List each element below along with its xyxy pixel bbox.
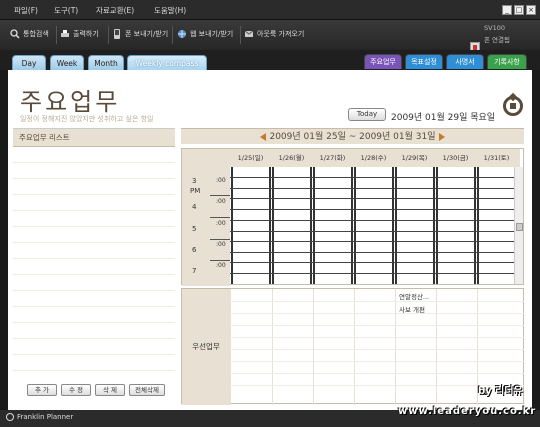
minute-label: :00 <box>216 198 226 205</box>
brand-name: Franklin Planner <box>17 413 74 421</box>
priority-label: 우선업무 <box>182 289 230 405</box>
web-sync-button[interactable]: 웹 보내기/받기 <box>177 29 233 39</box>
time-grid-scrollbar[interactable] <box>514 167 523 284</box>
outlook-import-icon <box>244 30 254 37</box>
day-header: 1/30(금) <box>442 154 469 162</box>
brand-logo: Franklin Planner <box>6 413 73 421</box>
hour-label: 3 <box>192 177 197 185</box>
menu-bar: 파일(F) 도구(T) 자료교환(E) 도움말(H) _ □ × <box>0 0 540 20</box>
ampm-label: PM <box>190 187 201 195</box>
week-navigator: 2009년 01월 25일 ~ 2009년 01월 31일 <box>181 128 524 144</box>
add-button[interactable]: 추 가 <box>27 384 57 396</box>
menu-help[interactable]: 도움말(H) <box>154 5 186 16</box>
today-button[interactable]: Today <box>348 108 386 121</box>
main-panel: 주요업무 일정이 정해지진 않았지만 성취하고 싶은 항일 Today 2009… <box>8 70 532 410</box>
menu-file[interactable]: 파일(F) <box>14 5 38 16</box>
delete-all-button[interactable]: 전체삭제 <box>129 384 165 396</box>
key-task-list-panel: 주요업무 리스트 추 가 수 정 삭 제 전체삭제 <box>13 128 175 400</box>
tab-notes[interactable]: 기록사항 <box>487 54 527 69</box>
tab-key-tasks[interactable]: 주요업무 <box>364 54 402 69</box>
day-header: 1/27(화) <box>319 154 346 162</box>
minimize-button[interactable]: _ <box>502 5 512 15</box>
key-task-list-header: 주요업무 리스트 <box>13 129 175 147</box>
day-header: 1/26(월) <box>278 154 305 162</box>
hour-label: 7 <box>192 267 197 275</box>
day-column[interactable] <box>477 167 517 284</box>
hour-label: 4 <box>192 203 197 211</box>
priority-tasks-section: 우선업무 연말정산... 사보 개편 <box>181 288 524 405</box>
week-schedule-panel: 2009년 01월 25일 ~ 2009년 01월 31일 1/25(일) 1/… <box>181 128 524 405</box>
minute-label: :00 <box>216 220 226 227</box>
print-button[interactable]: 출력하기 <box>60 29 99 39</box>
hour-label: 5 <box>192 225 197 233</box>
print-label: 출력하기 <box>73 30 99 38</box>
window-controls: _ □ × <box>502 5 536 15</box>
day-column[interactable] <box>395 167 435 284</box>
outlook-import-label: 아웃룩 가져오기 <box>257 30 305 38</box>
hour-label: 6 <box>192 246 197 254</box>
page-title: 주요업무 <box>20 88 121 116</box>
maximize-button[interactable]: □ <box>514 5 524 15</box>
phone-sync-label: 폰 보내기/받기 <box>125 30 169 38</box>
time-labels: 3 PM :00 4 :00 5 :00 6 :00 7 :00 <box>182 149 230 286</box>
outlook-import-button[interactable]: 아웃룩 가져오기 <box>244 29 304 39</box>
current-date: 2009년 01월 29일 목요일 <box>391 113 496 123</box>
delete-button[interactable]: 삭 제 <box>95 384 125 396</box>
web-sync-icon <box>178 30 186 38</box>
watermark-author: by 리더유 <box>478 386 523 397</box>
day-column[interactable] <box>354 167 394 284</box>
day-column[interactable] <box>313 167 353 284</box>
search-button[interactable]: 통합검색 <box>10 29 49 39</box>
menu-tools[interactable]: 도구(T) <box>54 5 78 16</box>
minute-label: :00 <box>216 262 226 269</box>
day-header: 1/28(수) <box>360 154 387 162</box>
search-icon <box>10 29 20 39</box>
web-sync-label: 웹 보내기/받기 <box>190 30 234 38</box>
day-column[interactable] <box>272 167 312 284</box>
day-header: 1/25(일) <box>237 154 264 162</box>
toolbar: 통합검색 출력하기 폰 보내기/받기 웹 보내기/받기 아웃룩 가져오기 SV1… <box>0 20 540 60</box>
day-header: 1/29(목) <box>401 154 428 162</box>
minute-label: :00 <box>216 177 226 184</box>
prev-week-icon[interactable] <box>260 132 267 141</box>
phone-sync-icon <box>114 29 120 39</box>
day-column[interactable] <box>436 167 476 284</box>
compass-icon <box>503 96 523 116</box>
tab-month[interactable]: Month <box>88 55 124 70</box>
next-week-icon[interactable] <box>438 132 445 141</box>
close-button[interactable]: × <box>526 5 536 15</box>
search-label: 통합검색 <box>23 30 49 38</box>
day-header: 1/31(토) <box>483 154 510 162</box>
watermark-url: www.leaderyou.co.kr <box>398 406 537 417</box>
tab-mission[interactable]: 사명서 <box>446 54 484 69</box>
print-icon <box>61 30 69 37</box>
day-column[interactable] <box>231 167 271 284</box>
minute-label: :00 <box>216 241 226 248</box>
day-headers: 1/25(일) 1/26(월) 1/27(화) 1/28(수) 1/29(목) … <box>230 149 520 167</box>
priority-task[interactable]: 사보 개편 <box>399 304 425 314</box>
phone-sync-button[interactable]: 폰 보내기/받기 <box>112 29 168 39</box>
scrollbar-thumb[interactable] <box>516 223 523 231</box>
franklin-logo-icon <box>6 413 14 421</box>
tab-day[interactable]: Day <box>12 55 46 70</box>
priority-task[interactable]: 연말정산... <box>399 291 429 301</box>
tab-week[interactable]: Week <box>50 55 84 70</box>
device-name: SV100 <box>484 24 505 32</box>
tab-weekly-compass[interactable]: Weekly compass <box>127 55 207 70</box>
view-tab-bar: Day Week Month Weekly compass 주요업무 목표설정 … <box>0 50 540 70</box>
week-time-grid: 1/25(일) 1/26(월) 1/27(화) 1/28(수) 1/29(목) … <box>181 148 524 286</box>
tab-goals[interactable]: 목표설정 <box>405 54 443 69</box>
week-range: 2009년 01월 25일 ~ 2009년 01월 31일 <box>269 132 436 142</box>
device-status: 폰 연결됨 <box>484 36 510 44</box>
menu-exchange[interactable]: 자료교환(E) <box>96 5 134 16</box>
edit-button[interactable]: 수 정 <box>61 384 91 396</box>
page-subtitle: 일정이 정해지진 않았지만 성취하고 싶은 항일 <box>20 115 154 123</box>
